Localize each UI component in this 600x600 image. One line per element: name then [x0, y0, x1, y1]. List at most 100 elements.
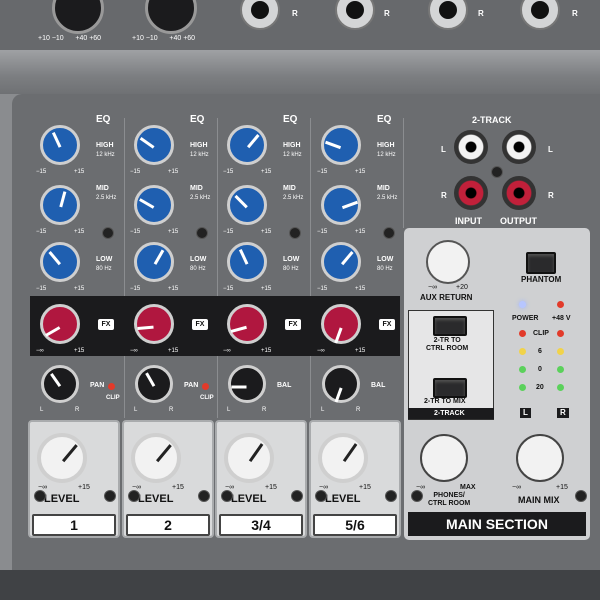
level-screw [221, 490, 233, 502]
pan-knob-ch1[interactable] [41, 365, 79, 403]
aux-return-knob[interactable] [426, 240, 470, 284]
two-track-box-label: 2-TRACK [434, 410, 465, 417]
eq-knob-high-ch56[interactable] [321, 125, 361, 165]
level-screw [34, 490, 46, 502]
pan-label: BAL [371, 382, 386, 389]
rca-input-left[interactable] [454, 130, 488, 164]
phones-label: PHONES/ CTRL ROOM [428, 492, 471, 507]
rca-output-right[interactable] [502, 176, 536, 210]
eq-high-freq: 12 kHz [283, 152, 302, 158]
level-knob-ch1-pointer [61, 444, 78, 463]
eq-range-max: +15 [168, 229, 179, 235]
gain-scale-ch2: +10 −10 +40 +60 [132, 35, 196, 42]
level-knob-ch2[interactable] [131, 433, 181, 483]
fx-badge: FX [379, 319, 395, 330]
pan-label: PAN [90, 382, 105, 389]
fx-knob-ch56[interactable] [321, 304, 361, 344]
pan-knob-ch2[interactable] [135, 365, 173, 403]
pan-knob-ch2-pointer [144, 372, 155, 387]
fx-knob-ch1[interactable] [40, 304, 80, 344]
column-separator [124, 118, 125, 418]
eq-knob-high-ch2-pointer [139, 137, 155, 149]
level-knob-ch34[interactable] [224, 433, 274, 483]
eq-knob-high-ch2[interactable] [134, 125, 174, 165]
pan-knob-ch34[interactable] [228, 365, 266, 403]
rca-output-left[interactable] [502, 130, 536, 164]
eq-knob-mid-ch56[interactable] [321, 185, 361, 225]
two-track-to-mix-button[interactable] [433, 378, 467, 398]
eq-knob-low-ch2[interactable] [134, 242, 174, 282]
fx-knob-ch34-pointer [230, 325, 247, 333]
main-mix-l-badge: L [520, 408, 531, 418]
fx-knob-ch34[interactable] [227, 304, 267, 344]
eq-knob-low-ch56[interactable] [321, 242, 361, 282]
phantom-button[interactable] [526, 252, 556, 274]
pan-left: L [321, 407, 325, 413]
eq-knob-mid-ch56-pointer [341, 200, 358, 210]
fx-min: −∞ [223, 348, 231, 354]
meter-0-label: 0 [538, 366, 542, 373]
eq-knob-high-ch34[interactable] [227, 125, 267, 165]
pan-knob-ch56-pointer [334, 387, 343, 403]
main-mix-min: −∞ [512, 484, 522, 491]
level-screw [128, 490, 140, 502]
eq-knob-high-ch1[interactable] [40, 125, 80, 165]
pan-right: R [356, 407, 361, 413]
level-label: LEVEL [231, 493, 267, 505]
phantom-led [557, 301, 564, 308]
level-label: LEVEL [44, 493, 80, 505]
channel-number: 3/4 [219, 514, 303, 536]
level-max: +15 [265, 484, 277, 491]
main-mix-knob[interactable] [516, 434, 564, 482]
eq-range-min: −15 [130, 286, 141, 292]
rca-input-right[interactable] [454, 176, 488, 210]
eq-range-min: −15 [223, 229, 234, 235]
meter-20-right [557, 384, 564, 391]
pan-knob-ch56[interactable] [322, 365, 360, 403]
pan-label: BAL [277, 382, 292, 389]
eq-title: EQ [283, 114, 298, 125]
plus48-label: +48 V [552, 315, 571, 322]
eq-knob-low-ch1[interactable] [40, 242, 80, 282]
aux-return-label: AUX RETURN [420, 293, 473, 302]
two-track-left-label: L [548, 145, 553, 154]
phones-knob[interactable] [420, 434, 468, 482]
eq-range-max: +15 [355, 169, 366, 175]
level-screw [315, 490, 327, 502]
eq-range-max: +15 [168, 169, 179, 175]
eq-range-max: +15 [74, 169, 85, 175]
eq-low-freq: 80 Hz [96, 266, 112, 272]
eq-knob-low-ch56-pointer [340, 251, 354, 266]
eq-knob-mid-ch34[interactable] [227, 185, 267, 225]
eq-low-label: LOW [377, 256, 394, 263]
eq-high-freq: 12 kHz [190, 152, 209, 158]
eq-knob-low-ch34[interactable] [227, 242, 267, 282]
eq-screw [383, 227, 395, 239]
channel-number: 1 [32, 514, 116, 536]
clip-label: CLIP [533, 330, 549, 337]
eq-mid-freq: 2.5 kHz [377, 195, 398, 201]
pan-left: L [227, 407, 231, 413]
eq-low-freq: 80 Hz [377, 266, 393, 272]
level-knob-ch56[interactable] [318, 433, 368, 483]
eq-knob-mid-ch1[interactable] [40, 185, 80, 225]
fx-max: +15 [355, 348, 366, 354]
eq-knob-mid-ch2[interactable] [134, 185, 174, 225]
eq-range-max: +15 [261, 286, 272, 292]
two-track-to-ctrl-button[interactable] [433, 316, 467, 336]
panel-screw [411, 490, 423, 502]
level-max: +15 [78, 484, 90, 491]
eq-range-min: −15 [223, 169, 234, 175]
eq-range-max: +15 [355, 229, 366, 235]
eq-knob-low-ch34-pointer [238, 248, 248, 265]
main-section-title: MAIN SECTION [408, 512, 586, 536]
fx-knob-ch2-pointer [136, 325, 154, 330]
fx-knob-ch2[interactable] [134, 304, 174, 344]
clip-label: CLIP [200, 395, 214, 401]
level-knob-ch1[interactable] [37, 433, 87, 483]
fx-badge: FX [98, 319, 114, 330]
level-label: LEVEL [138, 493, 174, 505]
two-track-right-label: R [441, 191, 447, 200]
eq-high-freq: 12 kHz [377, 152, 396, 158]
mixer-panel: +10 −10 +40 +60 +10 −10 +40 +60 R R R R … [0, 0, 600, 600]
